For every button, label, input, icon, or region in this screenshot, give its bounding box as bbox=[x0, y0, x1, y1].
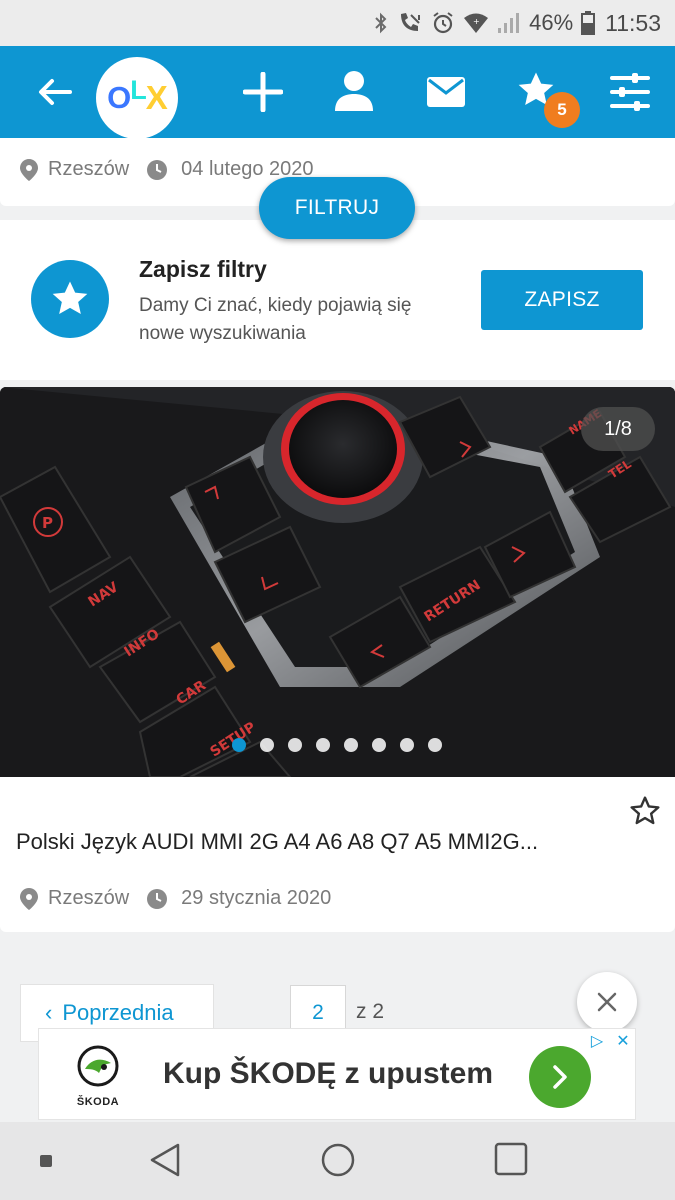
listing-meta: Rzeszów 29 stycznia 2020 bbox=[20, 887, 331, 910]
ad-banner[interactable]: ŠKODA Kup ŠKODĘ z upustem ▷ ✕ bbox=[38, 1028, 636, 1120]
saved-search-star-icon bbox=[31, 260, 109, 338]
ad-choices[interactable]: ▷ ✕ bbox=[585, 1029, 635, 1053]
nav-home-icon[interactable] bbox=[320, 1142, 356, 1178]
plus-icon[interactable] bbox=[243, 72, 283, 112]
listing-card[interactable]: P NAV INFO CAR SETUP RETURN TEL NAME 1/8 bbox=[0, 387, 675, 932]
photo-carousel-dots[interactable] bbox=[232, 738, 442, 752]
previous-page-label: Poprzednia bbox=[62, 1000, 174, 1025]
skoda-brand-label: ŠKODA bbox=[76, 1096, 120, 1108]
call-wifi-icon bbox=[401, 13, 421, 31]
nav-back-icon[interactable] bbox=[148, 1142, 182, 1178]
battery-icon bbox=[581, 11, 596, 35]
listing-meta: Rzeszów 04 lutego 2020 bbox=[20, 158, 313, 181]
clock-icon bbox=[147, 159, 168, 180]
location-pin-icon bbox=[20, 887, 38, 910]
close-ad-button[interactable] bbox=[577, 972, 637, 1032]
photo-label-p: P bbox=[42, 514, 53, 532]
location-pin-icon bbox=[20, 158, 38, 181]
listing-photo[interactable]: P NAV INFO CAR SETUP RETURN TEL NAME 1/8 bbox=[0, 387, 675, 777]
ad-open-button[interactable] bbox=[529, 1046, 591, 1108]
filter-button[interactable]: FILTRUJ bbox=[259, 177, 415, 239]
save-filters-button[interactable]: ZAPISZ bbox=[481, 270, 643, 330]
wifi-icon: + bbox=[464, 13, 489, 33]
alarm-icon bbox=[433, 12, 453, 34]
clock-icon bbox=[147, 888, 168, 909]
carousel-dot[interactable] bbox=[400, 738, 414, 752]
nav-recents-icon[interactable] bbox=[494, 1142, 528, 1176]
skoda-logo: ŠKODA bbox=[63, 1045, 133, 1108]
carousel-dot[interactable] bbox=[428, 738, 442, 752]
carousel-dot[interactable] bbox=[372, 738, 386, 752]
carousel-dot[interactable] bbox=[344, 738, 358, 752]
carousel-dot[interactable] bbox=[232, 738, 246, 752]
photo-counter: 1/8 bbox=[581, 407, 655, 451]
chevron-left-icon: ‹ bbox=[45, 1000, 53, 1025]
page-total: z 2 bbox=[356, 1000, 385, 1023]
bluetooth-icon bbox=[375, 12, 387, 34]
nav-menu-dot-icon[interactable] bbox=[40, 1155, 52, 1167]
listing-title[interactable]: Polski Język AUDI MMI 2G A4 A6 A8 Q7 A5 … bbox=[16, 829, 636, 855]
carousel-dot[interactable] bbox=[260, 738, 274, 752]
status-bar: + 46% 11:53 bbox=[0, 0, 675, 46]
carousel-dot[interactable] bbox=[316, 738, 330, 752]
mail-icon[interactable] bbox=[426, 76, 466, 108]
close-icon bbox=[597, 992, 617, 1012]
favorite-star-icon[interactable] bbox=[629, 795, 661, 827]
adchoices-icon[interactable]: ▷ bbox=[585, 1029, 609, 1053]
clock: 11:53 bbox=[605, 9, 661, 36]
skoda-arrow-logo-icon bbox=[77, 1045, 119, 1087]
favorites-count-badge: 5 bbox=[544, 92, 580, 128]
save-filters-description: Damy Ci znać, kiedy pojawią się nowe wys… bbox=[139, 295, 412, 344]
listing-date: 29 stycznia 2020 bbox=[181, 887, 332, 909]
svg-text:+: + bbox=[473, 17, 480, 26]
settings-sliders-icon[interactable] bbox=[610, 72, 650, 112]
save-filters-card: Zapisz filtry Damy Ci znać, kiedy pojawi… bbox=[0, 220, 675, 380]
ad-headline: Kup ŠKODĘ z upustem bbox=[163, 1057, 494, 1090]
olx-logo[interactable]: OLX bbox=[96, 57, 178, 139]
system-nav-bar bbox=[0, 1122, 675, 1200]
signal-icon bbox=[498, 13, 520, 33]
user-icon[interactable] bbox=[334, 70, 374, 112]
listing-location: Rzeszów bbox=[48, 887, 130, 909]
back-arrow-icon[interactable] bbox=[36, 74, 74, 110]
listing-location: Rzeszów bbox=[48, 158, 130, 180]
app-bar: OLX bbox=[0, 46, 675, 139]
battery-percent: 46% bbox=[529, 10, 574, 35]
ad-close-x-icon[interactable]: ✕ bbox=[611, 1029, 635, 1053]
save-filters-title: Zapisz filtry bbox=[139, 256, 267, 282]
chevron-right-icon bbox=[553, 1065, 567, 1089]
carousel-dot[interactable] bbox=[288, 738, 302, 752]
